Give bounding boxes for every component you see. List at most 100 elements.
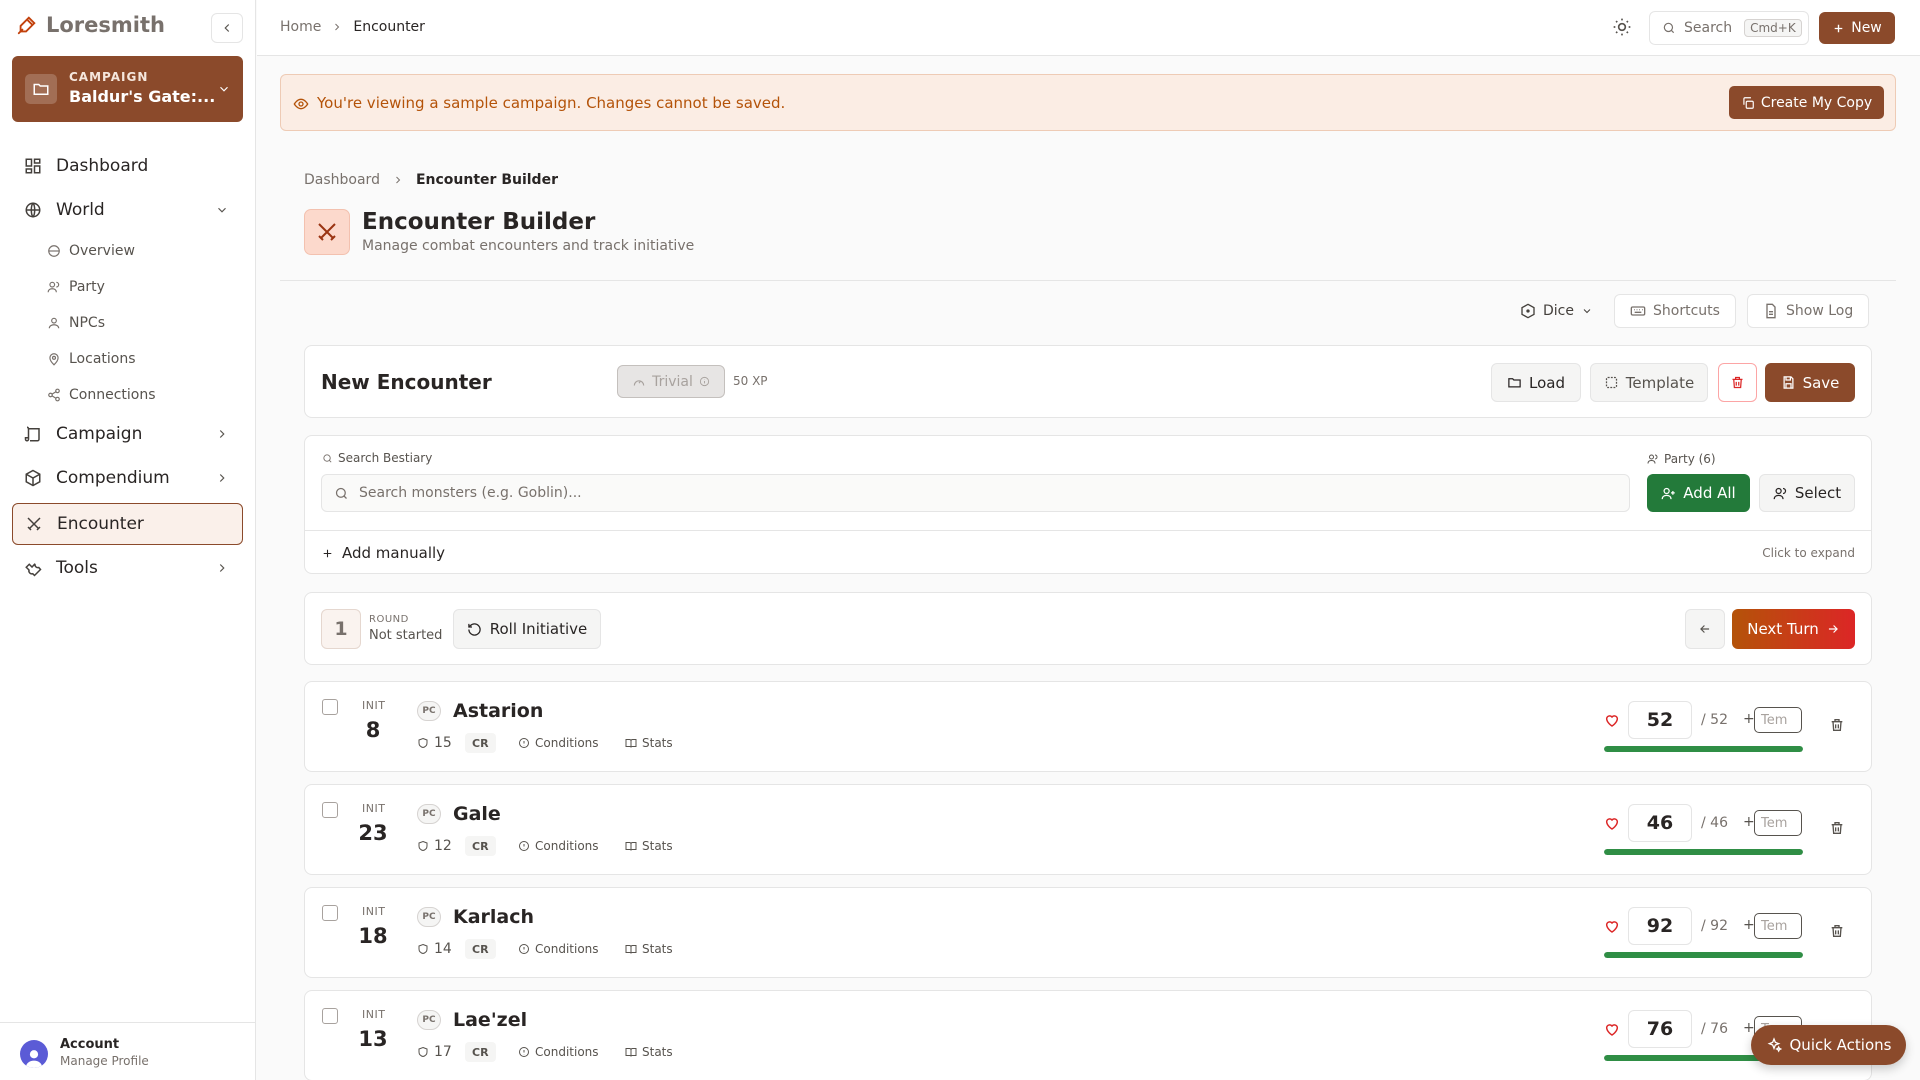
init-value[interactable]: 8 [339,718,407,742]
nav-world-party[interactable]: Party [47,272,105,302]
nav-world-locations[interactable]: Locations [47,344,136,374]
new-button-label: New [1851,20,1882,36]
select-checkbox[interactable] [322,699,338,715]
roll-initiative-label: Roll Initiative [489,620,588,638]
cr-badge: CR [465,836,496,856]
select-checkbox[interactable] [322,905,338,921]
previous-turn-button[interactable] [1685,609,1725,649]
trash-icon[interactable] [1829,923,1845,939]
load-label: Load [1529,373,1565,392]
nav-world[interactable]: World [12,190,243,230]
sun-icon [1613,18,1631,36]
combatant-name[interactable]: Lae'zel [453,1009,527,1031]
quick-actions-button[interactable]: Quick Actions [1751,1025,1906,1065]
conditions-button[interactable]: Conditions [518,736,599,750]
combatant-name[interactable]: Astarion [453,700,543,722]
nav-world-overview[interactable]: Overview [47,236,135,266]
nav-dashboard[interactable]: Dashboard [12,146,243,186]
show-log-button[interactable]: Show Log [1747,294,1870,328]
combatant-row-4: INIT 13 PC Lae'zel 17 CR Conditions Stat… [304,990,1872,1080]
select-checkbox[interactable] [322,802,338,818]
init-label: INIT [362,699,386,712]
init-label: INIT [362,1008,386,1021]
select-checkbox[interactable] [322,1008,338,1024]
delete-encounter-button[interactable] [1718,363,1757,402]
nav-tools[interactable]: Tools [12,548,243,588]
dice-dropdown[interactable]: Dice [1505,294,1608,328]
campaign-switcher[interactable]: CAMPAIGN Baldur's Gate:... [12,56,243,122]
save-button[interactable]: Save [1765,363,1855,402]
add-all-party-button[interactable]: Add All [1647,474,1750,512]
hp-bar-fill [1604,849,1803,855]
hp-bar-fill [1604,952,1803,958]
combatant-name[interactable]: Karlach [453,906,534,928]
stats-label: Stats [642,736,673,750]
trash-icon[interactable] [1829,820,1845,836]
folder-icon [25,74,57,104]
temp-hp-input[interactable]: Tem [1754,707,1802,733]
circle-alert-icon [519,944,529,954]
nav-world-party-label: Party [69,279,105,295]
init-value[interactable]: 13 [339,1027,407,1051]
grid-icon [25,158,41,174]
load-button[interactable]: Load [1491,363,1581,402]
search-shortcut: Cmd+K [1744,19,1802,37]
roll-initiative-button[interactable]: Roll Initiative [453,609,601,649]
nav-world-npcs[interactable]: NPCs [47,308,105,338]
global-search[interactable]: Search Cmd+K [1649,11,1809,45]
search-label: Search [1684,20,1733,36]
stats-button[interactable]: Stats [625,839,673,853]
show-log-label: Show Log [1786,303,1854,319]
shortcuts-button[interactable]: Shortcuts [1614,294,1736,328]
nav-campaign[interactable]: Campaign [12,414,243,454]
temp-hp-input[interactable]: Tem [1754,913,1802,939]
breadcrumb-home[interactable]: Home [280,19,321,35]
next-turn-button[interactable]: Next Turn [1732,609,1855,649]
stats-button[interactable]: Stats [625,1045,673,1059]
nav-world-connections[interactable]: Connections [47,380,156,410]
select-party-button[interactable]: Select [1759,474,1855,512]
hp-input[interactable]: 52 [1628,701,1692,739]
trash-icon[interactable] [1829,717,1845,733]
dice-icon [1521,303,1535,319]
combatant-name[interactable]: Gale [453,803,501,825]
encounter-title[interactable]: New Encounter [321,370,492,394]
avatar [20,1040,48,1068]
bestiary-search-input[interactable]: Search monsters (e.g. Goblin)... [321,474,1630,512]
add-manually[interactable]: Add manually [321,544,445,562]
account-menu[interactable]: Account Manage Profile [0,1022,256,1080]
temp-hp-plus: + [1743,917,1755,933]
stats-label: Stats [642,1045,673,1059]
conditions-label: Conditions [535,942,599,956]
armor-class-value: 15 [434,735,452,751]
stats-button[interactable]: Stats [625,736,673,750]
stats-button[interactable]: Stats [625,942,673,956]
save-icon [1783,376,1794,389]
chevron-down-icon [218,207,226,213]
temp-hp-input[interactable]: Tem [1754,810,1802,836]
conditions-button[interactable]: Conditions [518,1045,599,1059]
add-manually-row[interactable]: Add manually Click to expand [305,530,1871,574]
template-button[interactable]: Template [1590,363,1708,402]
init-value[interactable]: 18 [339,924,407,948]
type-badge: PC [417,1010,441,1030]
brand[interactable]: Loresmith [16,13,165,37]
conditions-button[interactable]: Conditions [518,942,599,956]
collapse-sidebar-button[interactable] [211,13,243,43]
theme-toggle[interactable] [1612,17,1632,37]
encounter-header: New Encounter Trivial 50 XP Load Templat… [304,345,1872,418]
nav-compendium[interactable]: Compendium [12,458,243,498]
hp-input[interactable]: 76 [1628,1010,1692,1048]
hp-input[interactable]: 46 [1628,804,1692,842]
cr-badge: CR [465,733,496,753]
shield-icon [418,1046,428,1058]
topbar: Home Encounter Search Cmd+K New [257,0,1920,56]
new-button[interactable]: New [1819,12,1895,44]
init-value[interactable]: 23 [339,821,407,845]
nav-encounter[interactable]: Encounter [12,503,243,545]
page-breadcrumb-dashboard[interactable]: Dashboard [304,172,380,188]
hp-input[interactable]: 92 [1628,907,1692,945]
conditions-button[interactable]: Conditions [518,839,599,853]
create-copy-button[interactable]: Create My Copy [1729,86,1884,119]
sparkles-icon [1767,1037,1782,1053]
